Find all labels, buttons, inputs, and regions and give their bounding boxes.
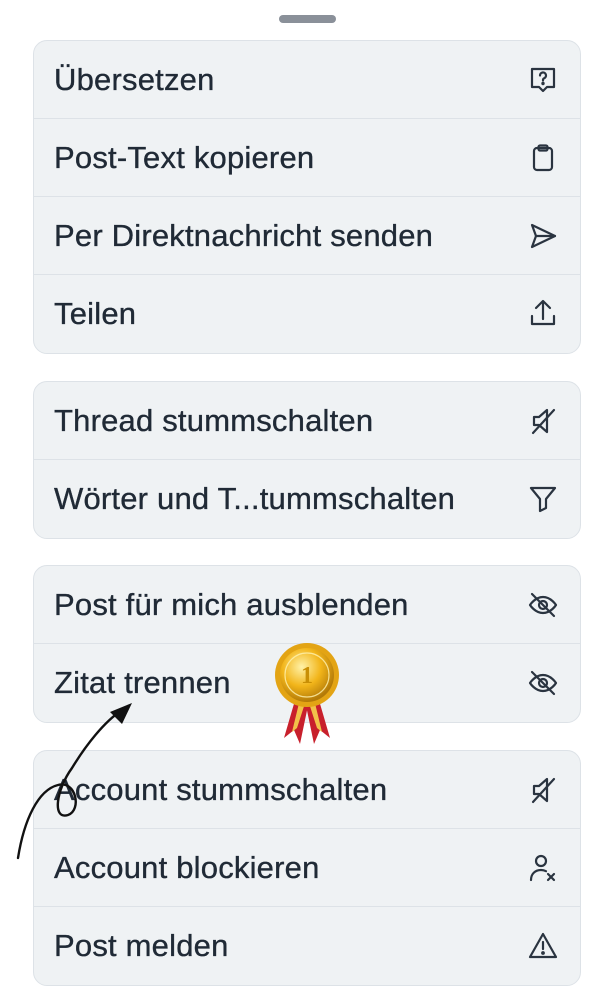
menu-group-mute: Thread stummschalten Wörter und T...tumm… <box>33 381 581 539</box>
gold-medal-icon: 1 <box>275 643 339 744</box>
menu-item-label: Account stummschalten <box>54 771 388 807</box>
menu-item-report-post[interactable]: Post melden <box>34 907 580 985</box>
eye-slash-icon <box>526 588 560 622</box>
mute-icon <box>526 404 560 438</box>
send-icon <box>526 219 560 253</box>
action-sheet: Übersetzen Post-Text kopieren Per Direkt… <box>0 0 614 1000</box>
menu-item-block-account[interactable]: Account blockieren <box>34 829 580 907</box>
person-x-icon <box>526 851 560 885</box>
warning-icon <box>526 929 560 963</box>
menu-item-label: Zitat trennen <box>54 665 231 700</box>
medal-number: 1 <box>301 663 313 689</box>
menu-item-share[interactable]: Teilen <box>34 275 580 353</box>
menu-item-copy-post-text[interactable]: Post-Text kopieren <box>34 119 580 197</box>
menu-item-mute-account[interactable]: Account stummschalten <box>34 751 580 829</box>
menu-group-share: Übersetzen Post-Text kopieren Per Direkt… <box>33 40 581 354</box>
menu-item-hide-post[interactable]: Post für mich ausblenden <box>34 566 580 644</box>
drag-handle[interactable] <box>279 15 336 23</box>
menu-item-label: Account blockieren <box>54 849 320 885</box>
menu-item-label: Post-Text kopieren <box>54 139 315 175</box>
menu-item-label: Teilen <box>54 296 137 331</box>
menu-item-label: Per Direktnachricht senden <box>54 217 434 253</box>
share-icon <box>526 297 560 331</box>
translate-icon <box>526 63 560 97</box>
menu-item-label: Wörter und T...tummschalten <box>54 481 456 516</box>
menu-item-mute-thread[interactable]: Thread stummschalten <box>34 382 580 460</box>
filter-icon <box>526 482 560 516</box>
menu-item-label: Thread stummschalten <box>54 402 374 438</box>
clipboard-icon <box>526 141 560 175</box>
menu-group-moderation: Account stummschalten Account blockieren… <box>33 750 581 986</box>
menu-item-label: Post melden <box>54 928 229 963</box>
menu-item-label: Übersetzen <box>54 61 215 97</box>
menu-item-translate[interactable]: Übersetzen <box>34 41 580 119</box>
menu-item-label: Post für mich ausblenden <box>54 586 409 622</box>
menu-item-send-dm[interactable]: Per Direktnachricht senden <box>34 197 580 275</box>
menu-item-mute-words[interactable]: Wörter und T...tummschalten <box>34 460 580 538</box>
mute-icon <box>526 773 560 807</box>
eye-slash-icon <box>526 666 560 700</box>
